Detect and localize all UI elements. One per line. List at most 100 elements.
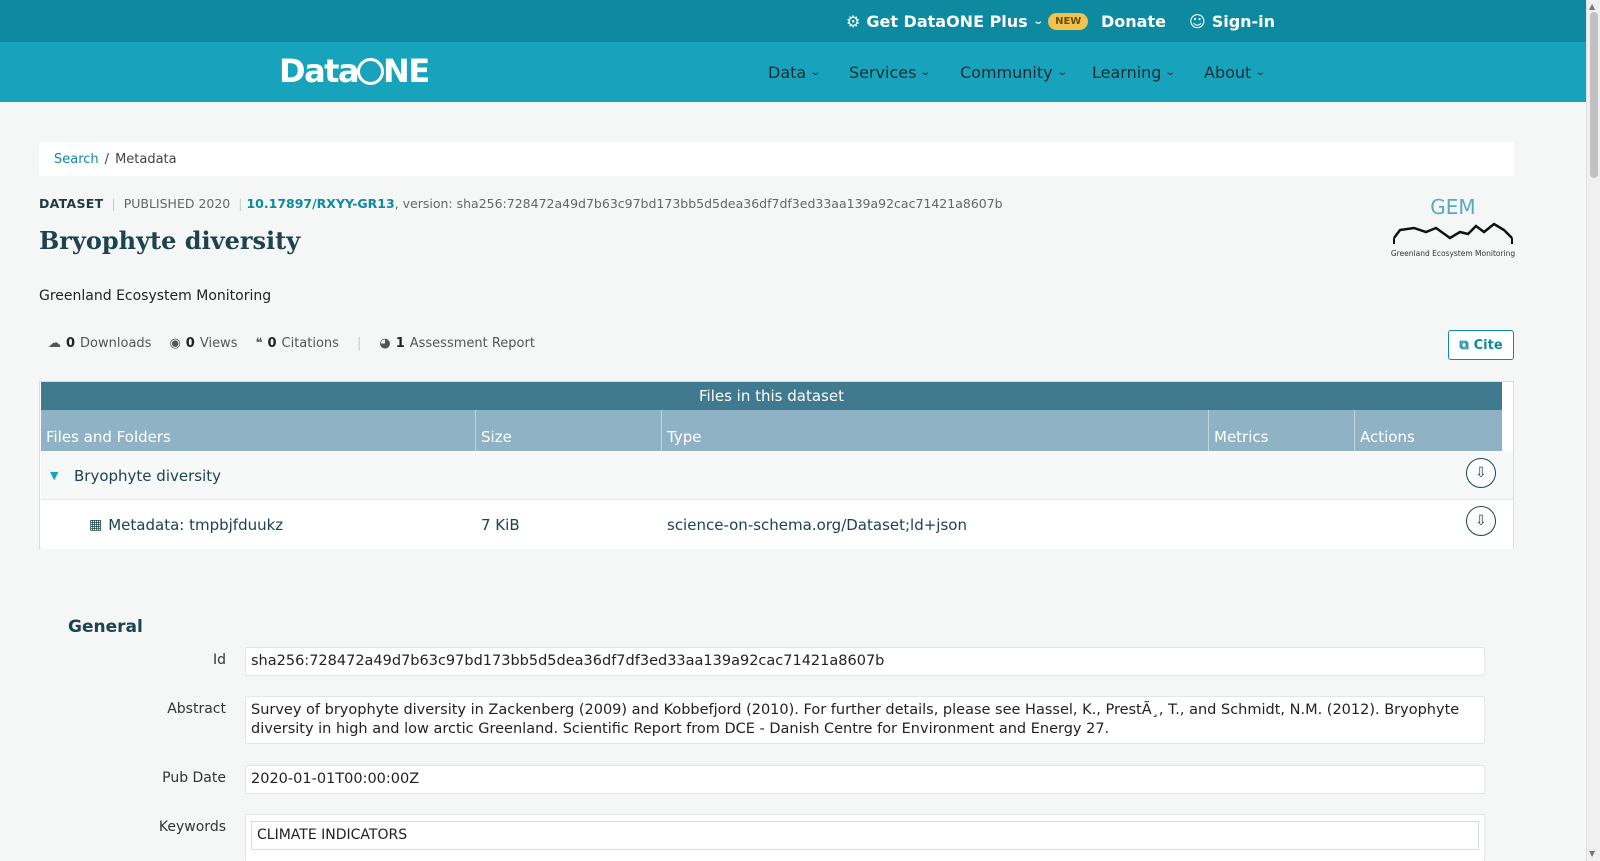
chevron-down-icon: ⌄ [1164, 66, 1177, 78]
chevron-down-icon: ⌄ [1032, 15, 1044, 27]
new-badge: NEW [1048, 12, 1089, 30]
cloud-download-icon: ⇩ [1475, 513, 1487, 529]
citations-metric[interactable]: ❝ 0 Citations [255, 336, 338, 351]
divider: | [111, 196, 116, 211]
file-type: science-on-schema.org/Dataset;ld+json [667, 515, 967, 534]
eye-icon: ◉ [169, 336, 181, 351]
doi-link[interactable]: 10.17897/RXYY-GR13 [246, 196, 394, 211]
nav-item-community[interactable]: Community ⌄ [960, 42, 1068, 102]
dataset-meta-line: DATASET | PUBLISHED 2020 | 10.17897/RXYY… [39, 196, 1003, 211]
version-text: , version: sha256:728472a49d7b63c97bd173… [394, 196, 1003, 211]
citations-count: 0 [267, 336, 277, 351]
file-name: Metadata: tmpbjfduukz [108, 515, 284, 534]
section-title-general: General [68, 617, 143, 637]
svg-text:GEM: GEM [1430, 195, 1475, 219]
nav-item-services[interactable]: Services ⌄ [849, 42, 932, 102]
top-utility-bar: ⚙ Get DataONE Plus ⌄ NEW Donate ☺ Sign-i… [0, 0, 1586, 42]
pubdate-value: 2020-01-01T00:00:00Z [245, 765, 1485, 794]
breadcrumb-separator: / [104, 151, 110, 167]
files-table-header: Files and Folders Size Type Metrics Acti… [41, 410, 1502, 451]
chevron-down-icon: ⌄ [809, 66, 822, 78]
downloads-count: 0 [66, 336, 76, 351]
chevron-down-icon: ⌄ [1055, 66, 1068, 78]
organization-name: Greenland Ecosystem Monitoring [39, 288, 272, 304]
assessment-report-metric[interactable]: ◕ 1 Assessment Report [379, 336, 535, 351]
assessment-label: Assessment Report [409, 336, 535, 351]
download-package-button[interactable]: ⇩ [1466, 458, 1496, 488]
table-icon: ▦ [89, 516, 103, 533]
downloads-label: Downloads [80, 336, 152, 351]
page-scrollbar[interactable]: ▲ ▼ [1586, 0, 1600, 861]
gem-organization-logo: GEM Greenland Ecosystem Monitoring [1391, 195, 1516, 258]
page-title: Bryophyte diversity [39, 226, 301, 255]
views-count: 0 [185, 336, 195, 351]
keyword-item: CLIMATE INDICATORS [251, 821, 1479, 850]
breadcrumb: Search / Metadata [39, 142, 1514, 176]
header-size: Size [476, 410, 662, 451]
dataset-metrics: ☁ 0 Downloads ◉ 0 Views ❝ 0 Citations | … [48, 336, 535, 351]
keywords-value: CLIMATE INDICATORS [245, 814, 1485, 861]
header-actions: Actions [1360, 428, 1415, 446]
globe-gear-icon: ⚙ [846, 11, 861, 31]
views-metric[interactable]: ◉ 0 Views [169, 336, 237, 351]
nav-label: Learning [1092, 62, 1162, 82]
file-name-cell[interactable]: ▦ Metadata: tmpbjfduukz [89, 500, 283, 549]
dataset-type: DATASET [39, 196, 104, 211]
views-label: Views [199, 336, 238, 351]
logo-text-ne: NE [383, 52, 430, 90]
globe-icon [357, 57, 385, 85]
cite-label: Cite [1473, 337, 1503, 353]
abstract-value: Survey of bryophyte diversity in Zackenb… [245, 696, 1485, 744]
nav-item-learning[interactable]: Learning ⌄ [1092, 42, 1177, 102]
chevron-down-icon: ⌄ [1254, 66, 1267, 78]
files-table: Files in this dataset Files and Folders … [39, 381, 1514, 549]
scroll-up-arrow-icon[interactable]: ▲ [1589, 2, 1595, 11]
chevron-down-icon: ⌄ [919, 66, 932, 78]
cite-button[interactable]: ⧉ Cite [1448, 330, 1514, 360]
gauge-icon: ◕ [379, 336, 391, 351]
sign-in-link[interactable]: ☺ Sign-in [1189, 0, 1275, 42]
id-value: sha256:728472a49d7b63c97bd173bb5d5dea36d… [245, 647, 1485, 676]
citations-label: Citations [281, 336, 339, 351]
cloud-download-icon: ☁ [48, 336, 61, 351]
cloud-download-icon: ⇩ [1475, 465, 1487, 481]
header-type: Type [662, 410, 1209, 451]
user-icon: ☺ [1189, 11, 1206, 31]
get-dataone-plus-menu[interactable]: ⚙ Get DataONE Plus ⌄ NEW [846, 0, 1089, 42]
nav-label: About [1204, 62, 1252, 82]
divider: | [238, 196, 243, 211]
id-label: Id [212, 652, 226, 668]
divider: | [356, 336, 362, 351]
nav-item-data[interactable]: Data ⌄ [768, 42, 822, 102]
scroll-down-arrow-icon[interactable]: ▼ [1589, 849, 1595, 858]
table-row-package: ▼ Bryophyte diversity ⇩ [41, 451, 1513, 500]
scrollbar-thumb[interactable] [1590, 12, 1598, 178]
nav-label: Services [849, 62, 917, 82]
abstract-label: Abstract [167, 701, 226, 717]
files-table-title: Files in this dataset [41, 382, 1502, 410]
file-size: 7 KiB [481, 515, 520, 534]
donate-link[interactable]: Donate [1101, 0, 1166, 42]
dataone-logo[interactable]: Data NE [279, 52, 430, 90]
header-metrics: Metrics [1209, 410, 1355, 451]
nav-label: Data [768, 62, 807, 82]
package-name: Bryophyte diversity [74, 466, 221, 485]
get-dataone-plus-label: Get DataONE Plus [866, 11, 1028, 31]
keywords-label: Keywords [158, 819, 226, 835]
download-file-button[interactable]: ⇩ [1466, 506, 1496, 536]
breadcrumb-current: Metadata [115, 151, 177, 167]
assessment-count: 1 [395, 336, 405, 351]
pubdate-label: Pub Date [162, 770, 226, 786]
header-files-and-folders: Files and Folders [41, 410, 476, 451]
breadcrumb-search-link[interactable]: Search [54, 152, 99, 167]
logo-text-data: Data [279, 52, 360, 90]
downloads-metric[interactable]: ☁ 0 Downloads [48, 336, 151, 351]
table-row: ▦ Metadata: tmpbjfduukz 7 KiB science-on… [41, 500, 1513, 549]
svg-text:Greenland Ecosystem Monitoring: Greenland Ecosystem Monitoring [1391, 249, 1516, 258]
sign-in-label: Sign-in [1211, 11, 1276, 31]
nav-label: Community [960, 62, 1053, 82]
donate-label: Donate [1101, 11, 1166, 31]
nav-item-about[interactable]: About ⌄ [1204, 42, 1267, 102]
collapse-caret-icon[interactable]: ▼ [50, 451, 58, 500]
copy-icon: ⧉ [1459, 337, 1469, 353]
